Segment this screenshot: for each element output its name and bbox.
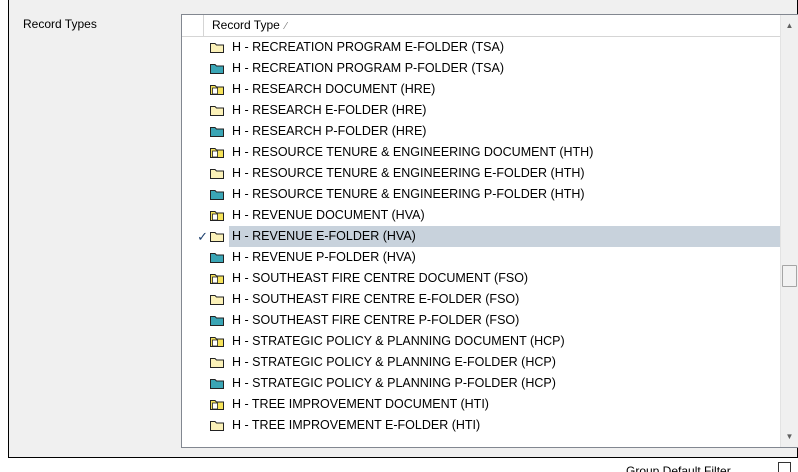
record-type-label: H - RESOURCE TENURE & ENGINEERING P-FOLD… (232, 187, 585, 201)
row-check-mark-icon (182, 247, 208, 268)
row-check-mark-icon (182, 289, 208, 310)
scrollbar-thumb[interactable] (782, 265, 797, 287)
list-item[interactable]: H - RESEARCH E-FOLDER (HRE) (182, 100, 780, 121)
light-yellow-e-folder-icon (210, 421, 224, 431)
record-type-label: H - STRATEGIC POLICY & PLANNING DOCUMENT… (232, 334, 565, 348)
record-type-label: H - RESOURCE TENURE & ENGINEERING DOCUME… (232, 145, 594, 159)
list-item[interactable]: H - TREE IMPROVEMENT E-FOLDER (HTI) (182, 415, 780, 436)
scroll-up-arrow-icon[interactable]: ▲ (781, 17, 798, 34)
list-rows: H - RECREATION PROGRAM E-FOLDER (TSA) H -… (182, 37, 780, 447)
record-type-label: H - TREE IMPROVEMENT DOCUMENT (HTI) (232, 397, 489, 411)
vertical-scrollbar[interactable]: ▲ ▼ (780, 15, 798, 447)
teal-p-folder-icon (210, 316, 224, 326)
list-item[interactable]: H - STRATEGIC POLICY & PLANNING P-FOLDER… (182, 373, 780, 394)
light-yellow-e-folder-icon (210, 43, 224, 53)
row-check-mark-icon (182, 415, 208, 436)
list-item[interactable]: H - RECREATION PROGRAM E-FOLDER (TSA) (182, 37, 780, 58)
yellow-document-folder-icon (210, 337, 224, 347)
row-check-mark-icon (182, 205, 208, 226)
row-check-mark-icon: ✓ (197, 229, 208, 244)
record-type-label: H - REVENUE E-FOLDER (HVA) (229, 226, 780, 247)
record-type-label: H - SOUTHEAST FIRE CENTRE E-FOLDER (FSO) (232, 292, 520, 306)
record-types-label: Record Types (23, 17, 97, 31)
yellow-document-folder-icon (210, 211, 224, 221)
light-yellow-e-folder-icon (210, 169, 224, 179)
row-check-mark-icon (182, 121, 208, 142)
list-item[interactable]: H - TREE IMPROVEMENT DOCUMENT (HTI) (182, 394, 780, 415)
row-check-mark-icon (182, 58, 208, 79)
sort-indicator-icon: ⁄ (285, 21, 287, 32)
list-item[interactable]: H - REVENUE DOCUMENT (HVA) (182, 205, 780, 226)
group-default-filter-label: Group Default Filter (626, 464, 731, 472)
row-check-mark-icon (182, 79, 208, 100)
record-type-label: H - TREE IMPROVEMENT E-FOLDER (HTI) (232, 418, 481, 432)
row-check-mark-icon (182, 163, 208, 184)
scroll-down-arrow-icon[interactable]: ▼ (781, 428, 798, 445)
row-check-mark-icon (182, 100, 208, 121)
column-header-record-type[interactable]: Record Type ⁄ (206, 15, 780, 36)
row-check-mark-icon (182, 142, 208, 163)
record-type-label: H - RECREATION PROGRAM E-FOLDER (TSA) (232, 40, 505, 54)
header-check-column[interactable] (182, 15, 204, 36)
record-type-label: H - RESOURCE TENURE & ENGINEERING E-FOLD… (232, 166, 585, 180)
list-item[interactable]: H - STRATEGIC POLICY & PLANNING DOCUMENT… (182, 331, 780, 352)
list-item[interactable]: H - RESEARCH DOCUMENT (HRE) (182, 79, 780, 100)
yellow-document-folder-icon (210, 400, 224, 410)
list-item[interactable]: H - RESEARCH P-FOLDER (HRE) (182, 121, 780, 142)
light-yellow-e-folder-icon (210, 358, 224, 368)
row-check-mark-icon (182, 184, 208, 205)
record-type-label: H - STRATEGIC POLICY & PLANNING E-FOLDER… (232, 355, 556, 369)
list-item[interactable]: H - RECREATION PROGRAM P-FOLDER (TSA) (182, 58, 780, 79)
teal-p-folder-icon (210, 190, 224, 200)
group-default-filter-checkbox[interactable] (778, 462, 791, 472)
list-item[interactable]: H - SOUTHEAST FIRE CENTRE E-FOLDER (FSO) (182, 289, 780, 310)
list-header: Record Type ⁄ (182, 15, 780, 37)
light-yellow-e-folder-icon (210, 232, 224, 242)
record-type-label: H - REVENUE P-FOLDER (HVA) (232, 250, 416, 264)
row-check-mark-icon (182, 373, 208, 394)
list-item[interactable]: H - RESOURCE TENURE & ENGINEERING P-FOLD… (182, 184, 780, 205)
list-item[interactable]: H - SOUTHEAST FIRE CENTRE DOCUMENT (FSO) (182, 268, 780, 289)
record-types-panel: Record Types Record Type ⁄ H - RECREATIO… (8, 0, 798, 458)
row-check-mark-icon (182, 310, 208, 331)
light-yellow-e-folder-icon (210, 295, 224, 305)
record-type-label: H - SOUTHEAST FIRE CENTRE DOCUMENT (FSO) (232, 271, 529, 285)
record-type-label: H - RECREATION PROGRAM P-FOLDER (TSA) (232, 61, 505, 75)
record-type-label: H - SOUTHEAST FIRE CENTRE P-FOLDER (FSO) (232, 313, 520, 327)
list-item[interactable]: ✓ H - REVENUE E-FOLDER (HVA) (182, 226, 780, 247)
list-item[interactable]: H - STRATEGIC POLICY & PLANNING E-FOLDER… (182, 352, 780, 373)
record-type-label: H - RESEARCH P-FOLDER (HRE) (232, 124, 427, 138)
record-type-label: H - STRATEGIC POLICY & PLANNING P-FOLDER… (232, 376, 556, 390)
teal-p-folder-icon (210, 253, 224, 263)
light-yellow-e-folder-icon (210, 106, 224, 116)
record-type-label: H - RESEARCH E-FOLDER (HRE) (232, 103, 427, 117)
row-check-mark-icon (182, 394, 208, 415)
row-check-mark-icon (182, 268, 208, 289)
teal-p-folder-icon (210, 127, 224, 137)
list-item[interactable]: H - SOUTHEAST FIRE CENTRE P-FOLDER (FSO) (182, 310, 780, 331)
record-type-label: H - RESEARCH DOCUMENT (HRE) (232, 82, 436, 96)
yellow-document-folder-icon (210, 148, 224, 158)
list-item[interactable]: H - REVENUE P-FOLDER (HVA) (182, 247, 780, 268)
list-item[interactable]: H - RESOURCE TENURE & ENGINEERING E-FOLD… (182, 163, 780, 184)
yellow-document-folder-icon (210, 85, 224, 95)
column-header-label: Record Type (212, 18, 280, 32)
teal-p-folder-icon (210, 379, 224, 389)
yellow-document-folder-icon (210, 274, 224, 284)
row-check-mark-icon (182, 331, 208, 352)
record-type-label: H - REVENUE DOCUMENT (HVA) (232, 208, 425, 222)
record-type-list[interactable]: Record Type ⁄ H - RECREATION PROGRAM E-F… (181, 14, 798, 448)
list-item[interactable]: H - RESOURCE TENURE & ENGINEERING DOCUME… (182, 142, 780, 163)
teal-p-folder-icon (210, 64, 224, 74)
row-check-mark-icon (182, 352, 208, 373)
row-check-mark-icon (182, 37, 208, 58)
